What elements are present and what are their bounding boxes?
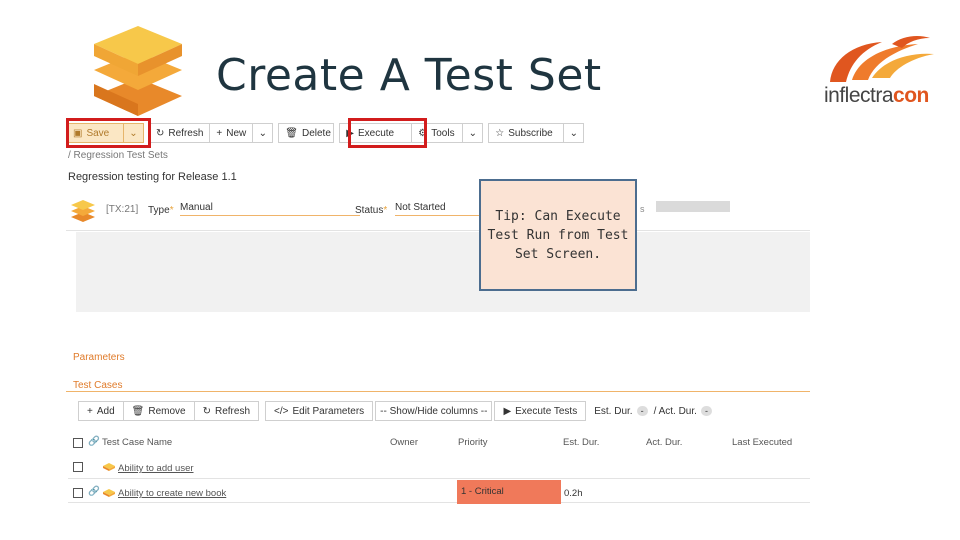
execute-tests-label: Execute Tests	[515, 405, 578, 417]
remove-label: Remove	[148, 405, 186, 417]
test-set-icon	[71, 200, 95, 222]
test-case-link[interactable]: Ability to add user	[118, 463, 194, 474]
flame-icon	[830, 36, 934, 82]
table-header: 🔗 Test Case Name Owner Priority Est. Dur…	[68, 435, 810, 453]
delete-group: 🗑 Delete	[278, 123, 335, 143]
tip-line-3: Set Screen.	[514, 247, 602, 262]
new-button[interactable]: + New	[210, 123, 254, 143]
trash-icon: 🗑	[131, 405, 145, 417]
priority-critical-cell: 1 - Critical	[457, 480, 561, 504]
col-last-executed[interactable]: Last Executed	[732, 437, 792, 448]
test-case-link[interactable]: Ability to create new book	[118, 488, 226, 499]
slide-title: Create A Test Set	[216, 50, 602, 101]
artifact-id: [TX:21]	[106, 204, 139, 215]
page-description: Regression testing for Release 1.1	[68, 171, 237, 183]
execute-highlight-box	[348, 118, 427, 148]
refresh-icon: ↻	[156, 127, 165, 139]
plus-icon: +	[216, 127, 223, 139]
tip-callout: Tip: Can Execute Test Run from Test Set …	[479, 179, 637, 291]
table-row: 🔗 Ability to create new book 1 - Critica…	[68, 480, 810, 504]
delete-label: Delete	[301, 127, 331, 139]
test-cases-toolbar: + Add 🗑 Remove ↻ Refresh </> Edit Parame…	[78, 400, 712, 422]
star-icon: ☆	[495, 127, 505, 139]
tools-label: Tools	[431, 127, 455, 139]
table-row: Ability to add user	[68, 456, 810, 479]
type-field[interactable]: Manual	[180, 202, 360, 216]
est-dur-cell: 0.2h	[564, 488, 583, 499]
col-act-dur[interactable]: Act. Dur.	[646, 437, 682, 448]
new-label: New	[226, 127, 247, 139]
add-button[interactable]: + Add	[78, 401, 124, 421]
chevron-down-icon: ⌄	[569, 127, 578, 139]
est-dur-label: Est. Dur.	[594, 405, 633, 417]
parameters-section-label[interactable]: Parameters	[73, 352, 125, 363]
breadcrumb[interactable]: / Regression Test Sets	[68, 150, 168, 161]
code-icon: </>	[274, 405, 289, 417]
act-dur-value: -	[700, 406, 712, 416]
subscribe-button[interactable]: ☆ Subscribe	[488, 123, 565, 143]
row-checkbox[interactable]	[73, 488, 83, 498]
play-icon: ▶	[503, 405, 512, 417]
duration-summary: Est. Dur. - / Act. Dur. -	[594, 406, 712, 417]
attachment-icon: 🔗	[88, 486, 100, 497]
test-cases-divider	[66, 391, 810, 392]
col-est-dur[interactable]: Est. Dur.	[563, 437, 599, 448]
save-highlight-box	[66, 118, 151, 148]
chevron-down-icon: ⌄	[258, 127, 267, 139]
tools-dropdown-button[interactable]: ⌄	[463, 123, 484, 143]
new-dropdown-button[interactable]: ⌄	[253, 123, 274, 143]
remove-button[interactable]: 🗑 Remove	[123, 401, 195, 421]
subscribe-group: ☆ Subscribe ⌄	[488, 123, 585, 143]
execute-tests-button[interactable]: ▶ Execute Tests	[494, 401, 587, 421]
tip-line-2: Test Run from Test	[487, 228, 629, 243]
attachment-icon: 🔗	[88, 436, 100, 447]
test-cases-section-label[interactable]: Test Cases	[73, 380, 122, 391]
col-test-case-name[interactable]: Test Case Name	[102, 437, 172, 448]
edit-parameters-label: Edit Parameters	[292, 405, 365, 417]
description-area[interactable]	[76, 232, 810, 312]
brand-text-con: con	[893, 84, 929, 107]
trash-icon: 🗑	[285, 127, 298, 139]
tip-line-1: Tip: Can Execute	[495, 209, 621, 224]
test-case-icon	[103, 489, 115, 497]
test-set-logo-icon	[94, 26, 182, 116]
col-owner[interactable]: Owner	[390, 437, 418, 448]
delete-button[interactable]: 🗑 Delete	[278, 123, 335, 143]
est-dur-value: -	[636, 406, 648, 416]
row-checkbox[interactable]	[73, 462, 83, 472]
tc-refresh-button[interactable]: ↻ Refresh	[194, 401, 259, 421]
brand-text-inflectra: inflectra	[824, 84, 894, 107]
subscribe-dropdown-button[interactable]: ⌄	[564, 123, 585, 143]
act-dur-label: / Act. Dur.	[653, 405, 697, 417]
edit-parameters-button[interactable]: </> Edit Parameters	[265, 401, 374, 421]
plus-icon: +	[87, 405, 93, 417]
refresh-button[interactable]: ↻ Refresh	[149, 123, 211, 143]
refresh-group: ↻ Refresh + New ⌄	[149, 123, 274, 143]
inflectracon-logo: inflectracon	[822, 30, 940, 110]
add-label: Add	[96, 405, 115, 417]
refresh-icon: ↻	[202, 405, 211, 417]
subscribe-label: Subscribe	[508, 127, 553, 139]
tc-refresh-label: Refresh	[214, 405, 250, 417]
col-priority[interactable]: Priority	[458, 437, 488, 448]
owner-field[interactable]	[656, 201, 730, 212]
status-label: Status*	[355, 205, 388, 216]
show-hide-columns-select[interactable]: -- Show/Hide columns --	[375, 401, 493, 421]
owner-label-partial: s	[640, 204, 645, 214]
test-case-icon	[103, 463, 115, 471]
refresh-label: Refresh	[168, 127, 204, 139]
properties-row: [TX:21] Type* Manual Status* Not Started…	[66, 196, 810, 231]
type-label: Type*	[148, 205, 174, 216]
select-all-checkbox[interactable]	[73, 438, 83, 448]
chevron-down-icon: ⌄	[468, 127, 477, 139]
